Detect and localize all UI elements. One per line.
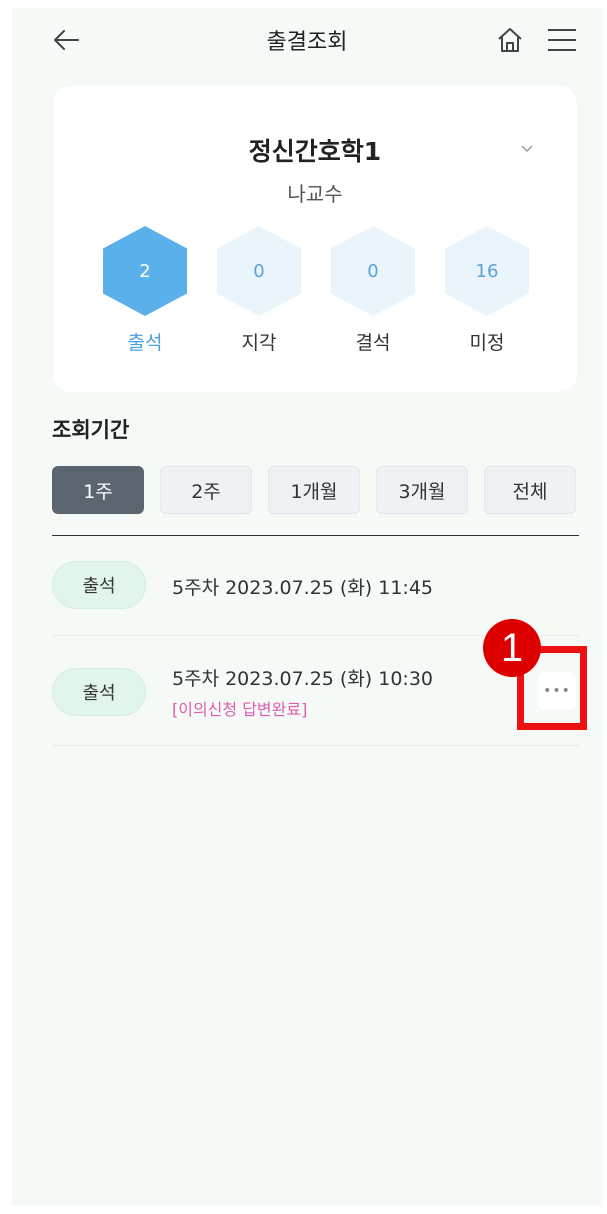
- stat-label: 지각: [241, 332, 277, 354]
- record-datetime: 5주차 2023.07.25 (화) 11:45: [172, 577, 434, 599]
- tab-1-week[interactable]: 1주: [52, 466, 144, 514]
- stat-label: 결석: [355, 332, 391, 354]
- stat-undecided[interactable]: 16 미정: [445, 226, 529, 355]
- stat-label: 미정: [469, 332, 505, 354]
- menu-button[interactable]: [544, 22, 580, 58]
- course-name: 정신간호학1: [248, 137, 382, 166]
- record-datetime: 5주차 2023.07.25 (화) 10:30: [172, 668, 434, 690]
- appeal-status-note: [이의신청 답변완료]: [172, 700, 308, 719]
- tab-all[interactable]: 전체: [484, 466, 576, 514]
- home-icon: [498, 28, 522, 52]
- period-title: 조회기간: [52, 418, 130, 442]
- attendance-record: 출석 5주차 2023.07.25 (화) 11:45: [52, 561, 579, 613]
- hamburger-menu-icon: [548, 29, 576, 51]
- stat-attendance[interactable]: 2 출석: [103, 226, 187, 355]
- stat-value: 2: [103, 226, 187, 316]
- status-badge: 출석: [52, 668, 146, 716]
- attendance-record: 출석 5주차 2023.07.25 (화) 10:30 [이의신청 답변완료]: [52, 668, 579, 724]
- stat-absent[interactable]: 0 결석: [331, 226, 415, 355]
- course-summary-card: 정신간호학1 나교수 2 출석 0 지각 0 결석 16 미정: [53, 86, 577, 392]
- stat-value: 16: [445, 226, 529, 316]
- stat-value: 0: [217, 226, 301, 316]
- tab-3-months[interactable]: 3개월: [376, 466, 468, 514]
- tab-1-month[interactable]: 1개월: [268, 466, 360, 514]
- home-button[interactable]: [492, 22, 528, 58]
- stat-late[interactable]: 0 지각: [217, 226, 301, 355]
- row-separator: [52, 745, 579, 746]
- stat-value: 0: [331, 226, 415, 316]
- list-divider: [52, 535, 579, 536]
- step-number-badge: 1: [483, 619, 541, 677]
- stat-label: 출석: [127, 332, 163, 354]
- status-badge: 출석: [52, 561, 146, 609]
- chevron-down-icon: [521, 145, 533, 153]
- period-tabs: 1주 2주 1개월 3개월 전체: [52, 466, 579, 516]
- tab-2-weeks[interactable]: 2주: [160, 466, 252, 514]
- course-dropdown-button[interactable]: [513, 134, 541, 162]
- professor-name: 나교수: [287, 182, 343, 206]
- app-header: 출결조회: [12, 8, 602, 72]
